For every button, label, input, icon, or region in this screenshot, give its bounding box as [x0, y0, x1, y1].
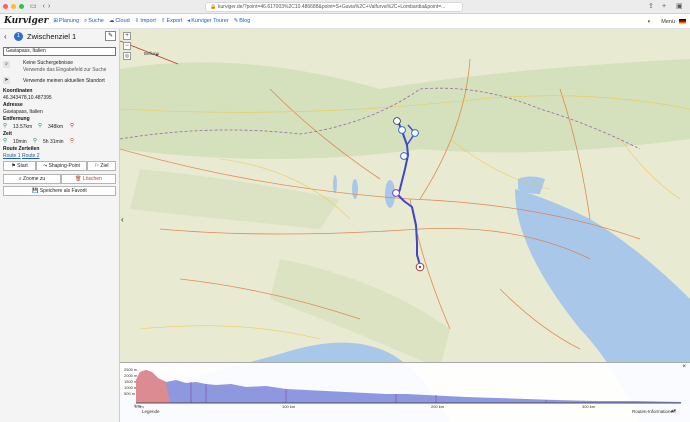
route-1-link[interactable]: Route 1	[3, 153, 21, 159]
set-start-button[interactable]: ⚑ Start	[3, 161, 36, 171]
waypoint-pin-icon: ⚲	[38, 123, 43, 129]
delete-button[interactable]: 🗑 Löschen	[61, 174, 116, 184]
map-city-label: Belluno	[144, 51, 160, 56]
finish-pin-icon: ⚲	[70, 138, 75, 144]
search-input[interactable]: Gaviapass, Italien	[3, 47, 116, 56]
checkered-flag-icon: ⚐	[94, 163, 100, 169]
nav-suche[interactable]: ⌕ Suche	[84, 18, 104, 25]
cloud-icon: ☁	[108, 18, 115, 24]
nav-planung[interactable]: ⊞ Planung	[53, 18, 79, 24]
distance-to: 348km	[48, 124, 64, 130]
edit-icon[interactable]: ✎	[105, 31, 116, 41]
route-info-link[interactable]: Routen-Informationen	[632, 409, 676, 414]
time-to: 5h 31min	[43, 139, 64, 145]
german-flag-icon[interactable]	[679, 19, 686, 24]
zoom-to-button[interactable]: ⌕ Zoome zu	[3, 174, 61, 184]
forward-icon[interactable]: ›	[48, 0, 50, 14]
save-favorite-button[interactable]: 💾 Speichere als Favorit	[3, 186, 116, 196]
nav-export[interactable]: ⇧ Export	[161, 18, 183, 24]
address-label: Adresse	[3, 102, 23, 108]
elevation-profile-panel: × 2500 m 2000 m 1500 m 1000 m 500 m 0 m …	[120, 362, 690, 422]
url-bar[interactable]: 🔒 kurviger.de/?point=46.617003%2C10.4866…	[205, 2, 463, 12]
route-2-link[interactable]: Route 2	[22, 153, 40, 159]
nav-blog[interactable]: ✎ Blog	[234, 18, 251, 24]
back-icon[interactable]: ‹	[43, 0, 45, 14]
set-destination-button[interactable]: ⚐ Ziel	[87, 161, 116, 171]
menu-button[interactable]: Menü	[661, 19, 675, 25]
search-icon: ⌕	[3, 61, 10, 68]
trash-icon: 🗑	[75, 176, 82, 182]
distance-from: 13.57km	[13, 124, 33, 130]
nav-kurviger-tourer[interactable]: ◂ Kurviger Tourer	[187, 18, 228, 24]
elevation-chart	[136, 370, 681, 404]
kurviger-logo[interactable]: Kurviger	[4, 16, 48, 26]
sidebar-toggle-icon[interactable]: ▭	[30, 0, 37, 14]
location-arrow-icon: ➤	[3, 77, 10, 84]
theme-icon[interactable]: ◐	[648, 19, 652, 25]
maximize-window-button[interactable]	[19, 4, 24, 9]
coords-label: Koordinaten	[3, 88, 33, 94]
url-text: kurviger.de/?point=46.617003%2C10.486688…	[218, 4, 446, 10]
share-icon[interactable]: ⇪	[648, 0, 654, 14]
locate-icon[interactable]: ◎	[123, 52, 131, 60]
save-icon: 💾	[32, 188, 39, 194]
search-icon: ⌕	[84, 17, 88, 24]
search-icon: ⌕	[18, 176, 22, 182]
expand-toggle-icon[interactable]: ▴▾	[671, 408, 676, 414]
close-profile-button[interactable]: ×	[682, 364, 686, 370]
x-tick-label: 200 km	[431, 404, 445, 409]
nav-import[interactable]: ⇩ Import	[135, 18, 156, 24]
coords-value: 46.343478,10.487395	[3, 95, 52, 101]
minimize-window-button[interactable]	[11, 4, 16, 9]
back-arrow-icon[interactable]: ‹	[4, 32, 12, 41]
address-value: Gaviapass, Italien	[3, 109, 43, 115]
waypoint-title: Zwischenziel 1	[27, 31, 77, 41]
x-tick-label: 100 km	[282, 404, 296, 409]
import-icon: ⇩	[134, 18, 140, 24]
y-tick-label: 500 m	[124, 391, 136, 396]
export-icon: ⇧	[160, 18, 166, 24]
nav-cloud[interactable]: ☁ Cloud	[109, 18, 130, 24]
lock-icon: 🔒	[210, 4, 217, 10]
flag-icon: ⚑	[11, 163, 16, 169]
browser-toolbar: ▭ ‹ › 🔒 kurviger.de/?point=46.617003%2C1…	[0, 0, 690, 14]
shaping-icon: ⤳	[43, 163, 48, 169]
close-window-button[interactable]	[3, 4, 8, 9]
x-tick-label: 300 km	[582, 404, 596, 409]
distance-label: Entfernung	[3, 116, 30, 122]
shaping-point-button[interactable]: ⤳ Shaping-Point	[36, 161, 87, 171]
zoom-in-button[interactable]: +	[123, 32, 131, 40]
new-tab-icon[interactable]: +	[662, 0, 666, 14]
time-label: Zeit	[3, 131, 12, 137]
collapse-sidebar-icon[interactable]: ‹	[121, 215, 124, 224]
start-pin-icon: ⚲	[3, 123, 8, 129]
route-split-label: Route Zerteilen	[3, 146, 40, 152]
start-pin-icon: ⚲	[3, 138, 8, 144]
finish-pin-icon: ⚲	[70, 123, 75, 129]
waypoint-panel: ‹ 1 Zwischenziel 1 ✎ Gaviapass, Italien …	[0, 29, 120, 422]
tabs-overview-icon[interactable]: ▣	[676, 0, 683, 14]
time-from: 10min	[13, 139, 27, 145]
legend-link[interactable]: Legende	[142, 409, 160, 414]
waypoint-number-badge: 1	[14, 31, 23, 41]
waypoint-pin-icon: ⚲	[33, 138, 38, 144]
zoom-out-button[interactable]: −	[123, 42, 131, 50]
app-navbar: Kurviger ⊞ Planung ⌕ Suche ☁ Cloud ⇩ Import …	[0, 14, 690, 29]
tourer-icon: ◂	[187, 18, 191, 24]
blog-icon: ✎	[233, 18, 239, 24]
map-icon: ⊞	[53, 18, 58, 24]
